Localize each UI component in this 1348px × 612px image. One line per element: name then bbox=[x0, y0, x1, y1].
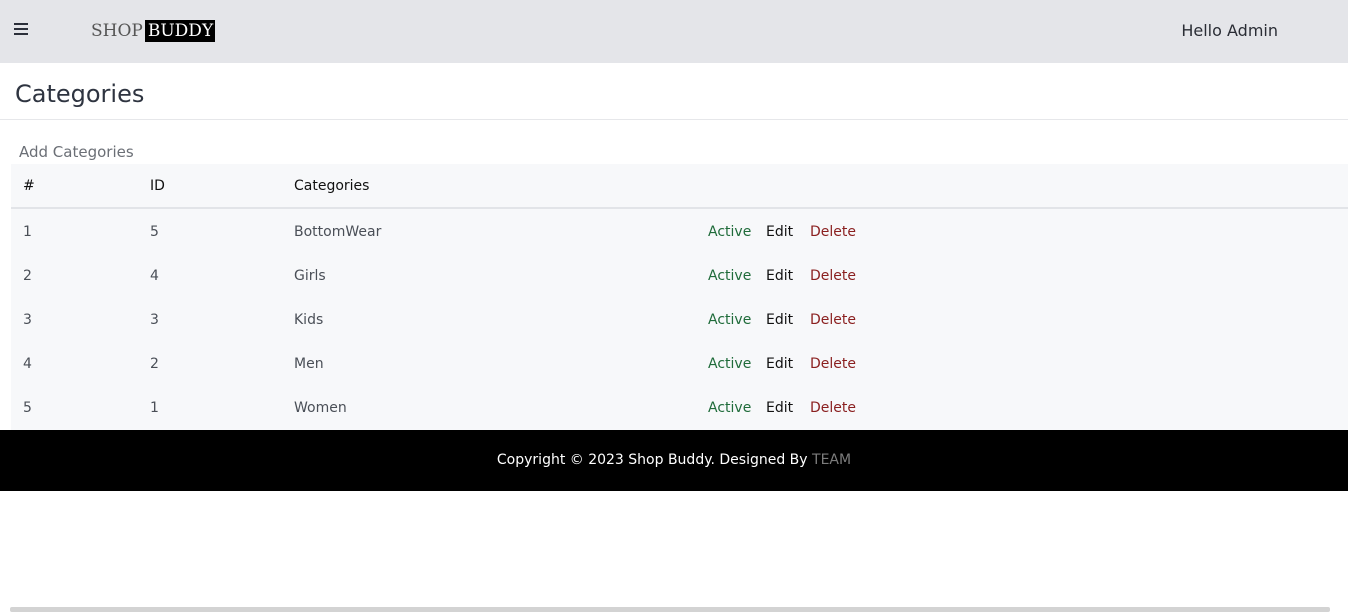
edit-link[interactable]: Edit bbox=[766, 312, 793, 328]
copyright-text: Copyright © 2023 Shop Buddy. Designed By bbox=[496, 452, 813, 468]
table-row: 5 1 Women Active Edit Delete bbox=[11, 385, 1348, 429]
row-category-name: Women bbox=[294, 400, 347, 416]
page-footer: Copyright © 2023 Shop Buddy. Designed By… bbox=[0, 430, 1348, 491]
column-header-id: ID bbox=[150, 178, 165, 194]
edit-link[interactable]: Edit bbox=[766, 400, 793, 416]
row-id: 4 bbox=[150, 268, 159, 284]
edit-link[interactable]: Edit bbox=[766, 268, 793, 284]
delete-link[interactable]: Delete bbox=[810, 224, 856, 240]
row-category-name: BottomWear bbox=[294, 224, 382, 240]
active-status-link[interactable]: Active bbox=[708, 312, 751, 328]
add-categories-link[interactable]: Add Categories bbox=[19, 143, 134, 161]
hamburger-menu-icon[interactable] bbox=[14, 23, 30, 39]
top-navbar: SHOP BUDDY Hello Admin bbox=[0, 0, 1348, 63]
brand-logo[interactable]: SHOP BUDDY bbox=[91, 20, 216, 42]
row-number: 5 bbox=[23, 400, 32, 416]
delete-link[interactable]: Delete bbox=[810, 400, 856, 416]
row-category-name: Kids bbox=[294, 312, 324, 328]
page-title: Categories bbox=[15, 80, 145, 108]
row-category-name: Men bbox=[294, 356, 324, 372]
edit-link[interactable]: Edit bbox=[766, 224, 793, 240]
logo-text-shop: SHOP bbox=[91, 21, 143, 41]
active-status-link[interactable]: Active bbox=[708, 224, 751, 240]
row-id: 2 bbox=[150, 356, 159, 372]
active-status-link[interactable]: Active bbox=[708, 268, 751, 284]
table-row: 2 4 Girls Active Edit Delete bbox=[11, 253, 1348, 297]
title-divider bbox=[0, 119, 1348, 120]
column-header-number: # bbox=[23, 178, 35, 194]
delete-link[interactable]: Delete bbox=[810, 312, 856, 328]
team-link[interactable]: TEAM bbox=[812, 452, 851, 468]
edit-link[interactable]: Edit bbox=[766, 356, 793, 372]
row-number: 4 bbox=[23, 356, 32, 372]
categories-table: # ID Categories 1 5 BottomWear Active Ed… bbox=[11, 164, 1348, 430]
delete-link[interactable]: Delete bbox=[810, 268, 856, 284]
table-header-row: # ID Categories bbox=[11, 164, 1348, 209]
row-id: 3 bbox=[150, 312, 159, 328]
active-status-link[interactable]: Active bbox=[708, 356, 751, 372]
row-number: 3 bbox=[23, 312, 32, 328]
table-row: 1 5 BottomWear Active Edit Delete bbox=[11, 209, 1348, 253]
logo-text-buddy: BUDDY bbox=[144, 20, 216, 42]
table-row: 3 3 Kids Active Edit Delete bbox=[11, 297, 1348, 341]
row-category-name: Girls bbox=[294, 268, 326, 284]
column-header-categories: Categories bbox=[294, 178, 370, 194]
horizontal-scrollbar[interactable] bbox=[10, 607, 1330, 612]
delete-link[interactable]: Delete bbox=[810, 356, 856, 372]
row-id: 1 bbox=[150, 400, 159, 416]
row-number: 1 bbox=[23, 224, 32, 240]
active-status-link[interactable]: Active bbox=[708, 400, 751, 416]
table-row: 4 2 Men Active Edit Delete bbox=[11, 341, 1348, 385]
row-id: 5 bbox=[150, 224, 159, 240]
user-greeting[interactable]: Hello Admin bbox=[1181, 21, 1278, 40]
row-number: 2 bbox=[23, 268, 32, 284]
